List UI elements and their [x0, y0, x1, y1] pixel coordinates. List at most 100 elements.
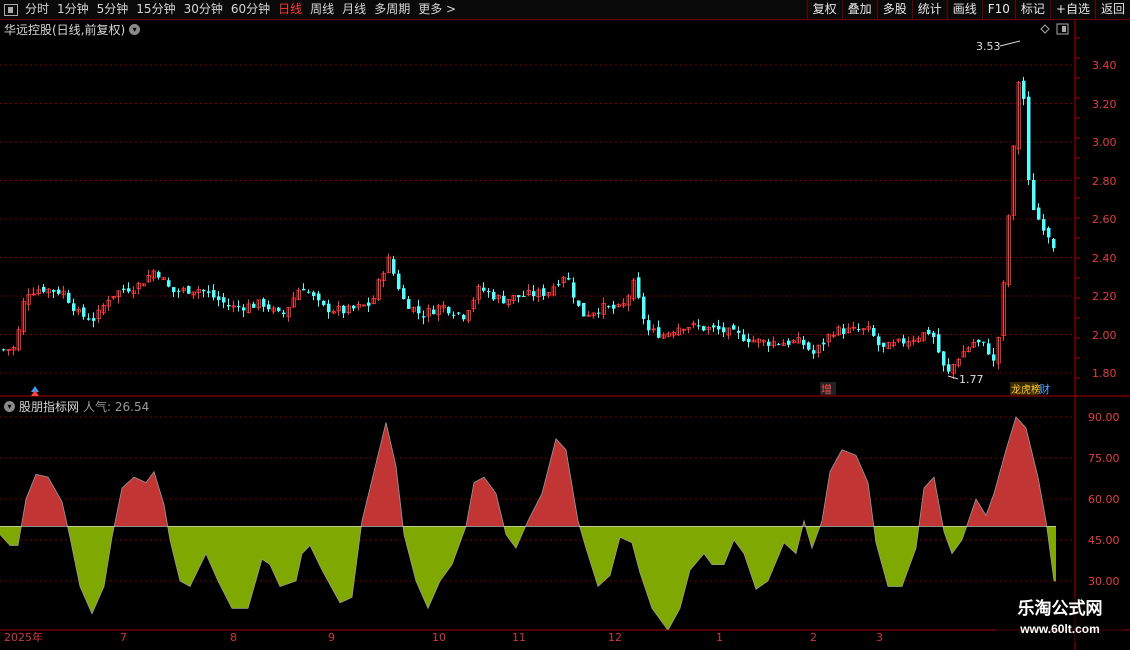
candle-body[interactable] [242, 307, 246, 311]
candle-body[interactable] [87, 318, 91, 320]
candle-body[interactable] [857, 329, 861, 331]
candle-body[interactable] [877, 336, 881, 346]
candle-body[interactable] [352, 305, 356, 309]
candle-body[interactable] [777, 343, 781, 345]
candle-body[interactable] [842, 328, 846, 335]
candle-body[interactable] [947, 364, 951, 372]
candle-body[interactable] [1027, 96, 1031, 181]
candle-body[interactable] [647, 320, 651, 331]
diamond-icon[interactable] [1040, 24, 1050, 34]
candle-body[interactable] [262, 298, 266, 307]
candle-body[interactable] [767, 341, 771, 346]
candle-body[interactable] [92, 318, 96, 321]
candle-body[interactable] [322, 300, 326, 305]
candle-body[interactable] [522, 295, 526, 297]
candle-body[interactable] [1022, 80, 1026, 99]
candle-body[interactable] [227, 304, 231, 307]
candle-body[interactable] [572, 282, 576, 298]
candle-body[interactable] [482, 287, 486, 291]
candle-body[interactable] [987, 343, 991, 355]
chevron-down-icon[interactable]: ▾ [4, 401, 15, 412]
candle-body[interactable] [717, 325, 721, 330]
candle-body[interactable] [532, 291, 536, 297]
candle-body[interactable] [417, 306, 421, 314]
candle-body[interactable] [267, 304, 271, 310]
candle-body[interactable] [567, 278, 571, 280]
marker-increase[interactable]: 增 [821, 382, 832, 396]
candle-body[interactable] [1037, 207, 1041, 220]
candle-body[interactable] [1052, 239, 1056, 249]
candle-body[interactable] [657, 327, 661, 338]
candle-body[interactable] [277, 307, 281, 312]
candle-body[interactable] [342, 305, 346, 314]
candle-body[interactable] [872, 327, 876, 336]
candle-body[interactable] [177, 290, 181, 292]
candle-body[interactable] [302, 288, 306, 291]
candle-body[interactable] [202, 289, 206, 292]
candle-body[interactable] [742, 334, 746, 341]
candle-body[interactable] [807, 342, 811, 350]
candle-body[interactable] [312, 292, 316, 297]
candle-body[interactable] [212, 290, 216, 298]
candle-body[interactable] [977, 339, 981, 343]
candle-body[interactable] [157, 271, 161, 278]
candle-body[interactable] [732, 325, 736, 330]
candle-body[interactable] [167, 280, 171, 287]
candle-body[interactable] [927, 329, 931, 335]
candle-body[interactable] [597, 312, 601, 314]
candle-body[interactable] [1032, 179, 1036, 211]
candle-body[interactable] [747, 338, 751, 343]
candle-body[interactable] [217, 296, 221, 301]
candle-body[interactable] [422, 316, 426, 318]
candle-body[interactable] [637, 277, 641, 298]
candle-body[interactable] [452, 314, 456, 316]
candle-body[interactable] [502, 295, 506, 304]
candle-body[interactable] [1042, 219, 1046, 231]
candle-body[interactable] [702, 326, 706, 331]
candle-body[interactable] [237, 306, 241, 308]
chevron-down-icon[interactable]: ▾ [129, 24, 141, 35]
candle-body[interactable] [822, 342, 826, 345]
candle-body[interactable] [252, 303, 256, 308]
candle-body[interactable] [402, 288, 406, 300]
candle-body[interactable] [327, 303, 331, 313]
candle-body[interactable] [392, 259, 396, 274]
candle-body[interactable] [407, 299, 411, 309]
candle-body[interactable] [492, 291, 496, 300]
candle-body[interactable] [942, 351, 946, 366]
candle-body[interactable] [432, 309, 436, 315]
candle-body[interactable] [67, 292, 71, 303]
candle-body[interactable] [607, 306, 611, 308]
marker-dragon-tiger[interactable]: 龙虎榜 [1011, 383, 1041, 396]
candle-body[interactable] [577, 300, 581, 306]
candle-body[interactable] [2, 349, 6, 351]
candle-body[interactable] [937, 334, 941, 353]
candle-body[interactable] [447, 307, 451, 314]
candle-body[interactable] [542, 288, 546, 296]
candle-body[interactable] [207, 291, 211, 293]
candle-body[interactable] [612, 304, 616, 309]
candle-body[interactable] [582, 302, 586, 317]
candle-body[interactable] [52, 289, 56, 292]
candle-body[interactable] [222, 297, 226, 303]
candle-body[interactable] [697, 325, 701, 327]
candle-body[interactable] [122, 288, 126, 291]
candle-body[interactable] [517, 295, 521, 298]
candle-body[interactable] [397, 273, 401, 290]
candle-body[interactable] [902, 338, 906, 344]
candle-body[interactable] [282, 312, 286, 315]
candle-body[interactable] [982, 341, 986, 343]
candlestick-series[interactable] [2, 76, 1056, 380]
candle-body[interactable] [307, 291, 311, 293]
candle-body[interactable] [457, 312, 461, 314]
candle-body[interactable] [82, 307, 86, 317]
candle-body[interactable] [172, 287, 176, 293]
candle-body[interactable] [882, 342, 886, 347]
candle-body[interactable] [1047, 228, 1051, 238]
marker-finance[interactable]: 财 [1039, 382, 1050, 396]
candle-body[interactable] [57, 289, 61, 294]
candle-body[interactable] [317, 293, 321, 301]
candle-body[interactable] [557, 284, 561, 286]
candle-body[interactable] [642, 296, 646, 319]
candle-body[interactable] [722, 327, 726, 333]
